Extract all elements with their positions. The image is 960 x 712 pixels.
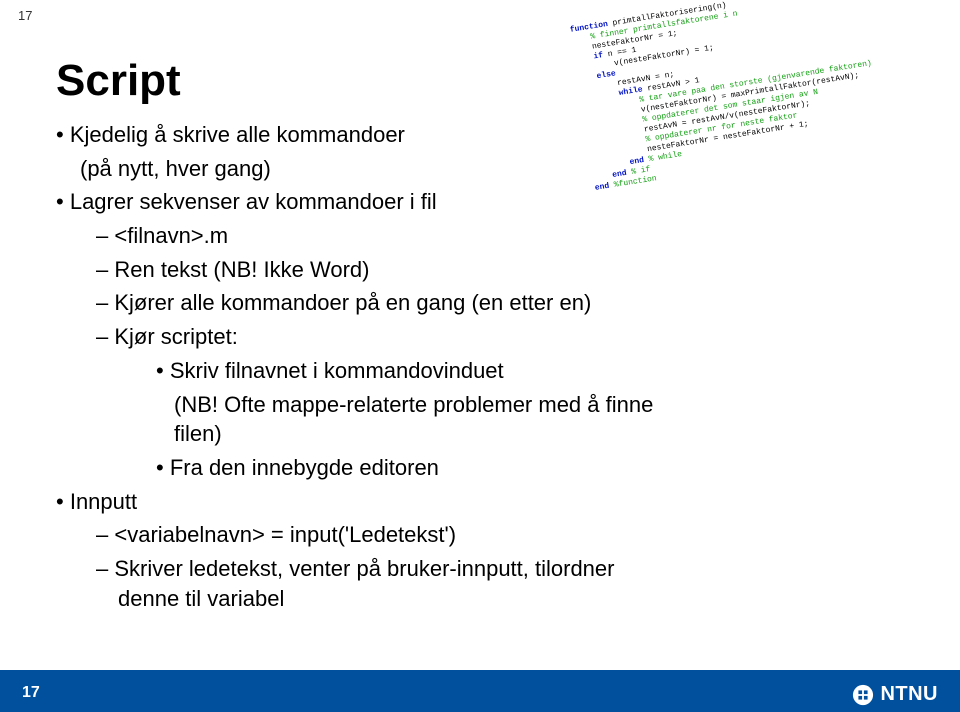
bullet-2-sub-1: <filnavn>.m	[96, 221, 676, 251]
bullet-1: Kjedelig å skrive alle kommandoer	[56, 120, 676, 150]
footer-bar: 17 NTNU	[0, 670, 960, 712]
footer-page-number: 17	[22, 684, 40, 702]
ntnu-logo: NTNU	[852, 683, 938, 706]
bullet-1-cont: (på nytt, hver gang)	[56, 154, 676, 184]
bullet-3-sub-1: <variabelnavn> = input('Ledetekst')	[96, 520, 676, 550]
content-body: Kjedelig å skrive alle kommandoer (på ny…	[56, 120, 676, 617]
page-number-top: 17	[18, 8, 32, 23]
page-title: Script	[56, 56, 181, 106]
bullet-2-sub-4-b: Fra den innebygde editoren	[156, 453, 676, 483]
bullet-2-sub-2: Ren tekst (NB! Ikke Word)	[96, 255, 676, 285]
ntnu-logo-text: NTNU	[880, 683, 938, 706]
bullet-2-sub-4-a-cont: (NB! Ofte mappe-relaterte problemer med …	[174, 390, 676, 449]
bullet-2: Lagrer sekvenser av kommandoer i fil	[56, 187, 676, 217]
bullet-3: Innputt	[56, 487, 676, 517]
bullet-2-sub-3: Kjører alle kommandoer på en gang (en et…	[96, 288, 676, 318]
ntnu-logo-icon	[852, 684, 874, 706]
bullet-2-sub-4-a: Skriv filnavnet i kommandovinduet	[156, 356, 676, 386]
bullet-3-sub-2: Skriver ledetekst, venter på bruker-innp…	[96, 554, 676, 613]
bullet-2-sub-4: Kjør scriptet:	[96, 322, 676, 352]
decorative-code-snippet: function primtallFaktorisering(n) % finn…	[569, 0, 960, 194]
